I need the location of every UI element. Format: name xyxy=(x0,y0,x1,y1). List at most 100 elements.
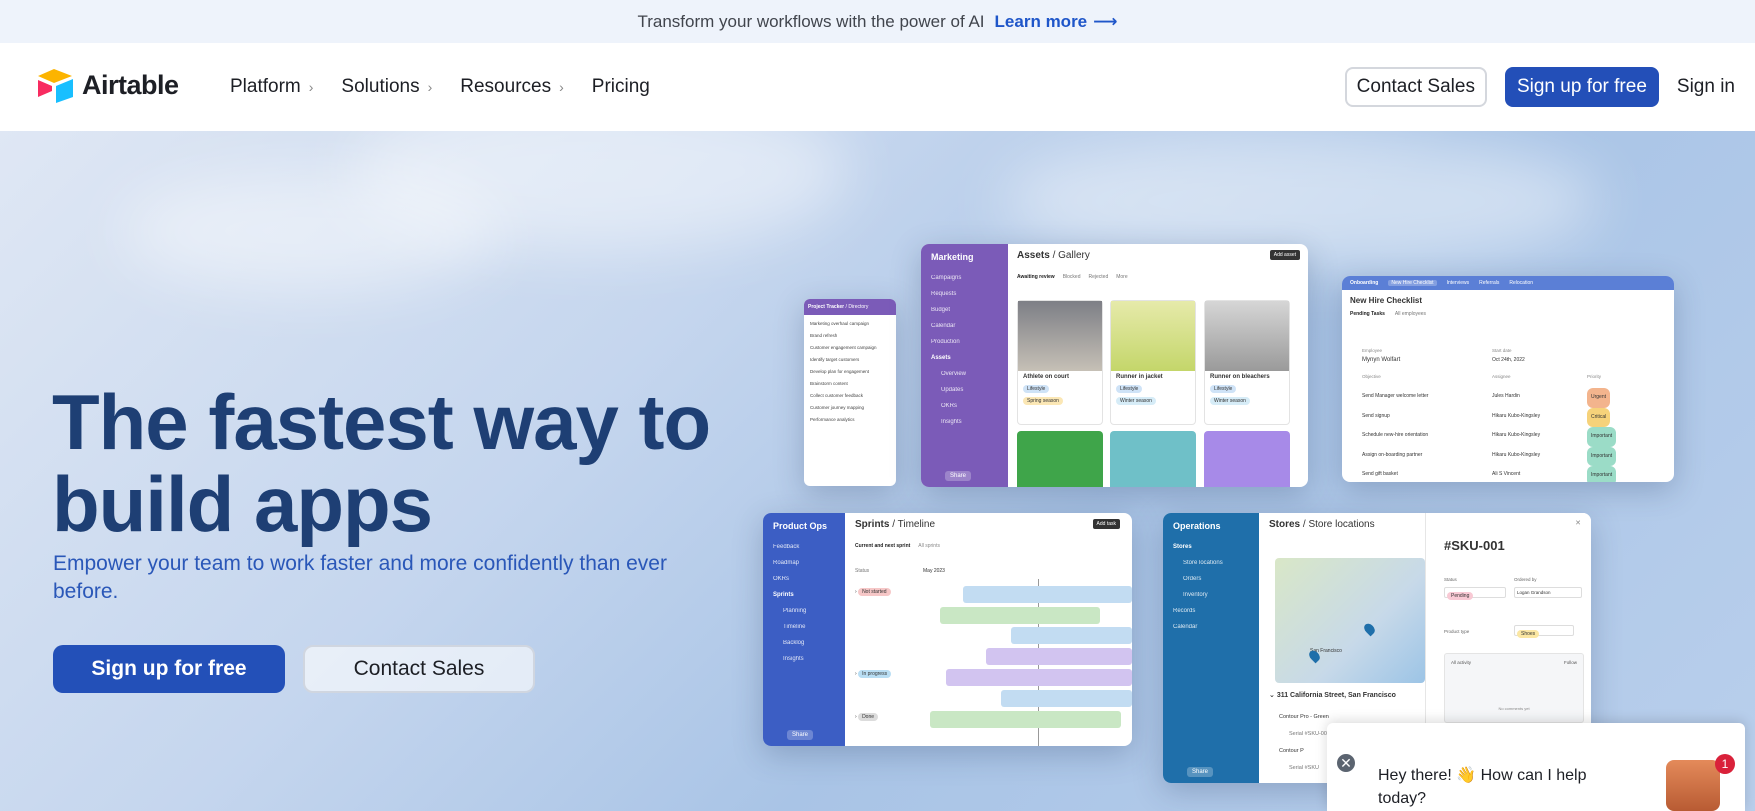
timeline-bar[interactable] xyxy=(930,711,1121,728)
tab-interviews[interactable]: Interviews xyxy=(1447,280,1470,286)
tab-referrals[interactable]: Referrals xyxy=(1479,280,1499,286)
sidebar-subitem[interactable]: Store locations xyxy=(1163,555,1259,571)
gallery-card[interactable]: Runner in jacket Lifestyle Winter season xyxy=(1110,300,1196,425)
start-label: Start date xyxy=(1492,348,1512,353)
sidebar-subitem[interactable]: Inventory xyxy=(1163,587,1259,603)
ordered-select[interactable]: Logan Grandson xyxy=(1514,587,1582,598)
sidebar-item[interactable]: Calendar xyxy=(921,318,1008,334)
activity-filter[interactable]: All activity xyxy=(1451,660,1471,665)
group-in-progress: › In progress xyxy=(855,670,892,678)
assignee-cell: Hikaru Kubo-Kingsley xyxy=(1492,432,1541,438)
sidebar-subitem[interactable]: Planning xyxy=(763,603,845,619)
airtable-logo[interactable]: Airtable xyxy=(36,67,179,103)
status-badge: Not started xyxy=(858,588,891,596)
sidebar-subitem[interactable]: Overview xyxy=(921,366,1008,382)
hero-signup-button[interactable]: Sign up for free xyxy=(53,645,285,693)
priority-badge: Critical xyxy=(1587,407,1611,427)
timeline-bar[interactable] xyxy=(940,607,1100,624)
list-item: Brainstorm content xyxy=(810,381,848,386)
tab-blocked[interactable]: Blocked xyxy=(1063,274,1081,280)
sidebar-item[interactable]: Feedback xyxy=(763,539,845,555)
share-button[interactable]: Share xyxy=(945,471,972,481)
sidebar-subitem[interactable]: Orders xyxy=(1163,571,1259,587)
signup-button[interactable]: Sign up for free xyxy=(1504,67,1659,107)
tab-new-hire[interactable]: New Hire Checklist xyxy=(1388,280,1437,286)
gallery-card[interactable]: Runner on bleachers Lifestyle Winter sea… xyxy=(1204,300,1290,425)
table-row[interactable]: Schedule new-hire orientation Hikaru Kubo… xyxy=(1362,427,1662,447)
timeline-bar[interactable] xyxy=(946,669,1132,686)
timeline-bar[interactable] xyxy=(1011,627,1132,644)
airtable-logo-icon xyxy=(38,69,73,103)
gallery-item-name: Athlete on court xyxy=(1023,374,1069,380)
product-type-select[interactable]: Shoes xyxy=(1514,625,1574,638)
sidebar-subitem[interactable]: Insights xyxy=(763,651,845,667)
sidebar-item[interactable]: Production xyxy=(921,334,1008,350)
sidebar-item[interactable]: Budget xyxy=(921,302,1008,318)
stores-title: Stores / Store locations xyxy=(1269,519,1375,530)
tab-current-sprint[interactable]: Current and next sprint xyxy=(855,543,910,549)
status-select[interactable]: Pending xyxy=(1444,587,1506,600)
tab-more[interactable]: More xyxy=(1116,274,1127,280)
chevron-right-icon: › xyxy=(427,79,433,95)
share-button[interactable]: Share xyxy=(787,730,814,740)
gallery-card[interactable]: Athlete on court Lifestyle Spring season xyxy=(1017,300,1103,425)
timeline-bar[interactable] xyxy=(963,586,1132,603)
sidebar-item[interactable]: Calendar xyxy=(1163,619,1259,635)
nav-platform[interactable]: Platform › xyxy=(230,76,313,98)
stores-label: Stores xyxy=(1269,519,1301,530)
close-icon[interactable]: ✕ xyxy=(1575,519,1581,527)
avatar[interactable] xyxy=(1666,760,1720,811)
tab-pending[interactable]: Pending Tasks xyxy=(1350,311,1385,317)
sidebar-subitem[interactable]: Backlog xyxy=(763,635,845,651)
checklist-columns: Objective Assignee Priority xyxy=(1362,374,1662,379)
store-address-text: 311 California Street, San Francisco xyxy=(1276,692,1396,699)
status-badge: Done xyxy=(858,713,879,721)
add-task-button[interactable]: Add task xyxy=(1092,519,1120,529)
nav-pricing[interactable]: Pricing xyxy=(592,76,650,98)
timeline-bar[interactable] xyxy=(1001,690,1132,707)
nav-solutions[interactable]: Solutions › xyxy=(341,76,432,98)
sidebar-item[interactable]: Stores xyxy=(1163,539,1259,555)
sidebar-subitem[interactable]: Timeline xyxy=(763,619,845,635)
tab-all-sprints[interactable]: All sprints xyxy=(918,543,940,549)
project-tracker-card: Project Tracker / Directory Marketing ov… xyxy=(804,299,896,486)
table-row[interactable]: Send Manager welcome letter Jules Hardin U… xyxy=(1362,388,1662,408)
sidebar-subitem[interactable]: Insights xyxy=(921,414,1008,430)
sidebar-item[interactable]: Sprints xyxy=(763,587,845,603)
share-button[interactable]: Share xyxy=(1187,767,1214,777)
close-icon[interactable]: ✕ xyxy=(1335,752,1357,774)
sidebar-subitem[interactable]: OKRs xyxy=(921,398,1008,414)
follow-button[interactable]: Follow xyxy=(1564,660,1577,665)
table-row[interactable]: Send gift basket Ali S Vincent Important xyxy=(1362,466,1662,482)
table-row[interactable]: Send signup Hikaru Kubo-Kingsley Critical xyxy=(1362,407,1662,427)
table-row[interactable]: Assign on-boarding partner Hikaru Kubo-Ki… xyxy=(1362,446,1662,466)
hero-contact-button[interactable]: Contact Sales xyxy=(303,645,535,693)
add-asset-button[interactable]: Add asset xyxy=(1269,250,1300,260)
list-item: Collect customer feedback xyxy=(810,393,864,398)
sidebar-item[interactable]: Assets xyxy=(921,350,1008,366)
tab-all-employees[interactable]: All employees xyxy=(1395,311,1426,317)
sidebar-item[interactable]: OKRs xyxy=(763,571,845,587)
sidebar-item[interactable]: Requests xyxy=(921,286,1008,302)
timeline-bar[interactable] xyxy=(986,648,1132,665)
sidebar-item[interactable]: Roadmap xyxy=(763,555,845,571)
product-ops-sidebar: Product Ops Feedback Roadmap OKRs Sprint… xyxy=(763,513,845,746)
tab-awaiting-review[interactable]: Awaiting review xyxy=(1017,274,1055,280)
nav-resources[interactable]: Resources › xyxy=(460,76,564,98)
sidebar-item[interactable]: Campaigns xyxy=(921,270,1008,286)
signin-link[interactable]: Sign in xyxy=(1677,76,1735,98)
ordered-label: Ordered by xyxy=(1514,577,1537,582)
marketing-workspace: Marketing xyxy=(931,252,974,262)
sidebar-item[interactable]: Records xyxy=(1163,603,1259,619)
store-map[interactable]: San Francisco xyxy=(1275,558,1425,683)
checklist-rows: Send Manager welcome letter Jules Hardin U… xyxy=(1362,388,1662,482)
tab-rejected[interactable]: Rejected xyxy=(1089,274,1109,280)
contact-sales-button[interactable]: Contact Sales xyxy=(1344,67,1487,107)
tab-relocation[interactable]: Relocation xyxy=(1509,280,1533,286)
sidebar-subitem[interactable]: Updates xyxy=(921,382,1008,398)
map-pin-icon[interactable] xyxy=(1362,621,1377,637)
list-item: Customer engagement campaign xyxy=(810,345,877,350)
learn-more-link[interactable]: Learn more ⟶ xyxy=(995,12,1118,32)
gallery-image xyxy=(1205,301,1289,371)
productops-workspace: Product Ops xyxy=(773,521,828,531)
